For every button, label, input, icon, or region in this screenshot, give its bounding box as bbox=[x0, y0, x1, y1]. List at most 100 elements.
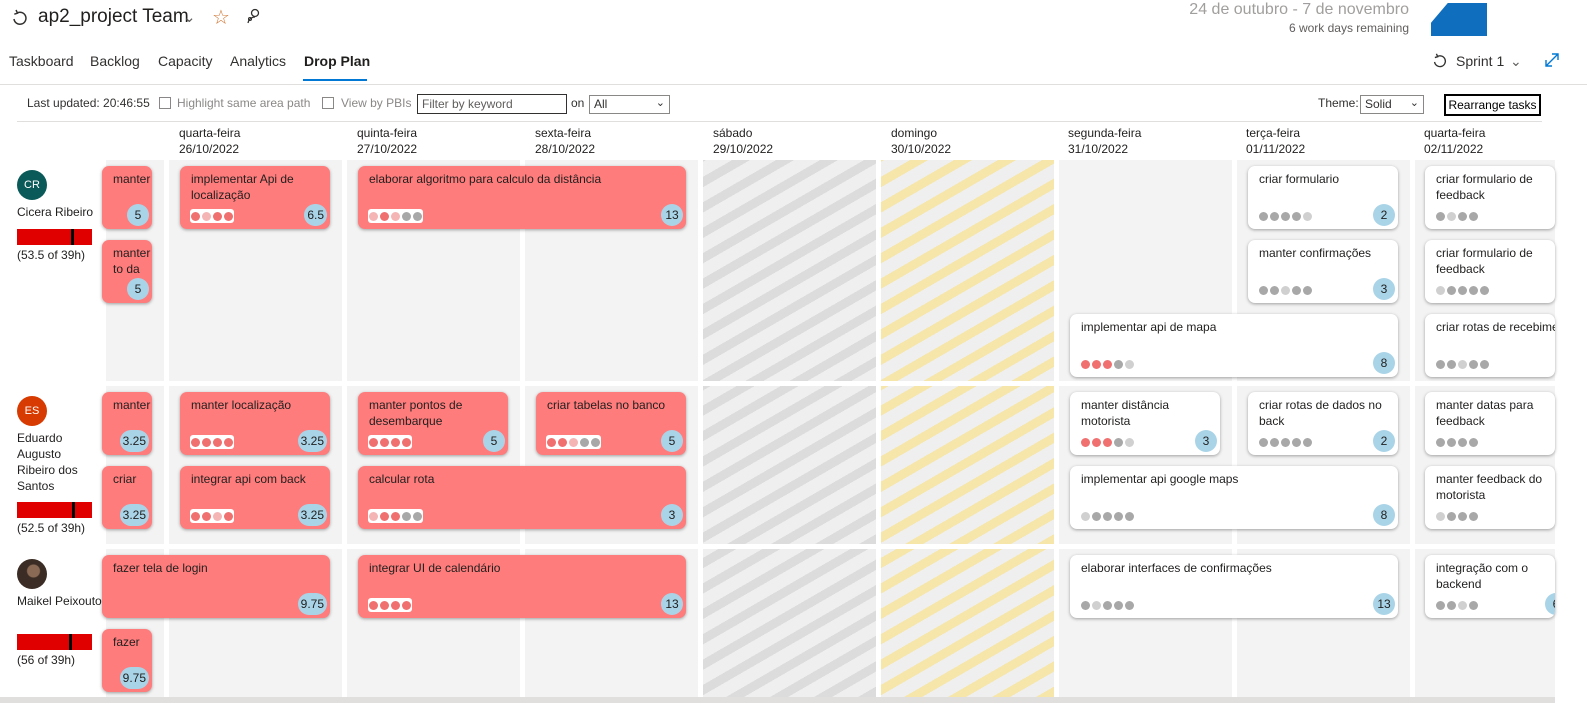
sprint-selector[interactable]: Sprint 1 bbox=[1456, 53, 1504, 69]
horizontal-scrollbar[interactable] bbox=[0, 697, 1555, 703]
task-hours-badge: 2 bbox=[1373, 430, 1395, 452]
day-header-date: 26/10/2022 bbox=[179, 142, 240, 156]
task-title: manter confirmações bbox=[1259, 246, 1372, 260]
task-hours-badge: 3 bbox=[1195, 430, 1217, 452]
task-card[interactable]: implementar api de mapa 8 bbox=[1070, 314, 1398, 377]
capacity-text: (53.5 of 39h) bbox=[17, 248, 86, 262]
task-hours-badge: 13 bbox=[1373, 593, 1395, 615]
task-title: manter bbox=[113, 398, 151, 412]
team-icon bbox=[13, 9, 27, 25]
task-card[interactable]: integrar api com back 3.25 bbox=[180, 466, 330, 529]
progress-dots bbox=[368, 209, 423, 223]
task-card[interactable]: manter feedback do motorista bbox=[1425, 466, 1555, 529]
star-icon[interactable]: ☆ bbox=[212, 5, 230, 30]
task-card[interactable]: criar formulario de feedback bbox=[1425, 240, 1555, 303]
day-header-date: 27/10/2022 bbox=[357, 142, 418, 156]
capacity-bar bbox=[17, 634, 92, 650]
capacity-text: (56 of 39h) bbox=[17, 653, 76, 667]
task-card[interactable]: manter 5 bbox=[102, 166, 152, 229]
team-name[interactable]: ap2_project Team bbox=[38, 6, 189, 28]
task-card[interactable]: implementar api google maps 8 bbox=[1070, 466, 1398, 529]
task-title: manter to da bbox=[113, 246, 151, 276]
task-card[interactable]: criar 3.25 bbox=[102, 466, 152, 529]
day-header-date: 01/11/2022 bbox=[1246, 142, 1306, 156]
progress-dots bbox=[1435, 435, 1479, 449]
task-title: implementar api de mapa bbox=[1081, 320, 1217, 334]
task-hours-badge: 3 bbox=[1373, 278, 1395, 300]
task-title: implementar api google maps bbox=[1081, 472, 1239, 486]
theme-select[interactable]: Solid ⌄ bbox=[1360, 95, 1424, 114]
progress-dots bbox=[1435, 357, 1490, 371]
task-card[interactable]: integração com o backend 6 bbox=[1425, 555, 1555, 618]
sprint-icon bbox=[1433, 53, 1447, 68]
chevron-down-icon: ⌄ bbox=[1409, 97, 1419, 109]
weekend-column-sunday bbox=[881, 160, 1054, 697]
chevron-down-icon[interactable]: ⌄ bbox=[183, 8, 196, 26]
chevron-down-icon[interactable]: ⌄ bbox=[1510, 53, 1522, 70]
filter-input[interactable] bbox=[417, 94, 567, 114]
task-card[interactable]: fazer 9.75 bbox=[102, 629, 152, 692]
task-card[interactable]: manter datas para feedback bbox=[1425, 392, 1555, 455]
person-name: Cicera Ribeiro bbox=[17, 205, 94, 219]
task-hours-badge: 5 bbox=[661, 430, 683, 452]
task-card[interactable]: integrar UI de calendário 13 bbox=[358, 555, 686, 618]
task-card[interactable]: manter to da 5 bbox=[102, 240, 152, 303]
day-header-date: 02/11/2022 bbox=[1424, 142, 1484, 156]
task-hours-badge: 5 bbox=[127, 278, 149, 300]
task-title: criar tabelas no banco bbox=[547, 398, 666, 412]
tab-analytics[interactable]: Analytics bbox=[230, 53, 286, 69]
tab-capacity[interactable]: Capacity bbox=[158, 53, 212, 69]
task-card[interactable]: criar formulario de feedback bbox=[1425, 166, 1555, 229]
task-card[interactable]: criar rotas de recebime bbox=[1425, 314, 1555, 377]
task-card[interactable]: implementar Api de localização 6.5 bbox=[180, 166, 330, 229]
task-card[interactable]: manter confirmações 3 bbox=[1248, 240, 1398, 303]
task-title: criar formulario de feedback bbox=[1436, 246, 1533, 276]
task-title: integrar api com back bbox=[191, 472, 306, 486]
task-card[interactable]: elaborar algoritmo para calculo da distâ… bbox=[358, 166, 686, 229]
capacity-bar bbox=[17, 229, 92, 245]
task-hours-badge: 3.25 bbox=[297, 504, 327, 526]
task-hours-badge: 5 bbox=[483, 430, 505, 452]
task-card[interactable]: criar formulario 2 bbox=[1248, 166, 1398, 229]
task-card[interactable]: manter 3.25 bbox=[102, 392, 152, 455]
day-header-name: sábado bbox=[713, 126, 753, 140]
highlight-area-checkbox[interactable] bbox=[159, 97, 171, 109]
view-by-pbis-checkbox[interactable] bbox=[322, 97, 334, 109]
people-icon[interactable] bbox=[244, 6, 264, 26]
progress-dots bbox=[190, 509, 234, 523]
task-card[interactable]: calcular rota 3 bbox=[358, 466, 686, 529]
progress-dots bbox=[1258, 209, 1313, 223]
tab-taskboard[interactable]: Taskboard bbox=[9, 53, 74, 69]
task-card[interactable]: fazer tela de login 9.75 bbox=[102, 555, 330, 618]
day-header-name: domingo bbox=[891, 126, 938, 140]
task-card[interactable]: manter pontos de desembarque 5 bbox=[358, 392, 508, 455]
task-title: criar bbox=[113, 472, 137, 486]
progress-dots bbox=[1435, 209, 1479, 223]
filter-field-select[interactable]: All ⌄ bbox=[589, 95, 670, 114]
day-header-name: quarta-feira bbox=[179, 126, 241, 140]
expand-icon[interactable] bbox=[1543, 51, 1561, 69]
tab-backlog[interactable]: Backlog bbox=[90, 53, 140, 69]
task-title: integrar UI de calendário bbox=[369, 561, 501, 575]
task-title: manter bbox=[113, 172, 151, 186]
task-card[interactable]: criar rotas de dados no back 2 bbox=[1248, 392, 1398, 455]
theme-label: Theme: bbox=[1318, 96, 1359, 110]
task-card[interactable]: elaborar interfaces de confirmações 13 bbox=[1070, 555, 1398, 618]
capacity-bar bbox=[17, 502, 92, 518]
task-hours-badge: 13 bbox=[661, 204, 683, 226]
task-title: manter pontos de desembarque bbox=[369, 398, 463, 428]
burndown-thumbnail bbox=[1431, 3, 1487, 36]
tab-drop-plan[interactable]: Drop Plan bbox=[304, 53, 370, 69]
task-card[interactable]: criar tabelas no banco 5 bbox=[536, 392, 686, 455]
task-title: criar rotas de recebime bbox=[1436, 320, 1555, 334]
avatar: CR bbox=[17, 170, 47, 200]
task-title: criar formulario de feedback bbox=[1436, 172, 1533, 202]
day-header-name: sexta-feira bbox=[535, 126, 592, 140]
task-card[interactable]: manter localização 3.25 bbox=[180, 392, 330, 455]
day-header-date: 29/10/2022 bbox=[713, 142, 774, 156]
rearrange-tasks-button[interactable]: Rearrange tasks bbox=[1444, 94, 1541, 116]
task-card[interactable]: manter distância motorista 3 bbox=[1070, 392, 1220, 455]
task-hours-badge: 6 bbox=[1545, 593, 1555, 615]
progress-dots bbox=[190, 435, 234, 449]
highlight-area-label: Highlight same area path bbox=[177, 96, 311, 110]
